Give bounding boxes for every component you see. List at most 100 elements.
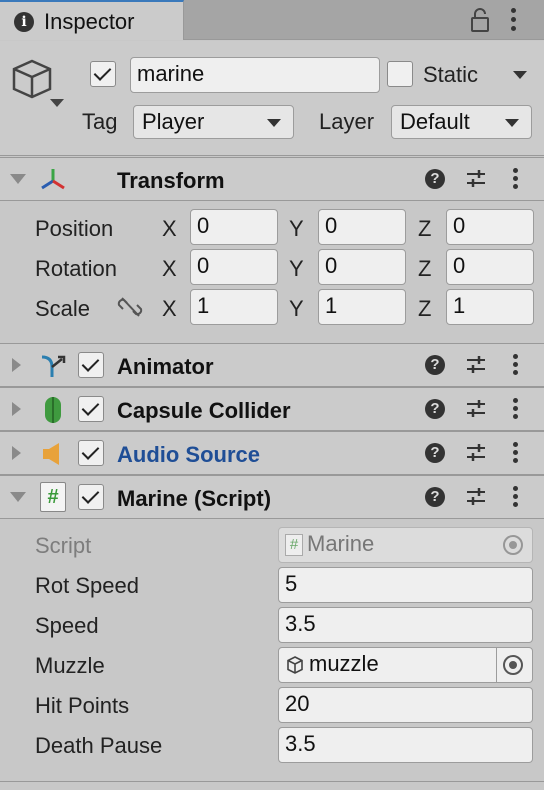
- animator-enabled-checkbox[interactable]: [78, 352, 104, 378]
- rotation-y-field[interactable]: 0: [318, 249, 406, 285]
- object-header: marine Static Tag Player Layer Default: [0, 41, 544, 156]
- presets-icon[interactable]: [465, 398, 487, 420]
- audio-source-icon: [43, 443, 59, 465]
- tab-bar: i Inspector: [0, 0, 544, 40]
- component-menu-icon[interactable]: [513, 168, 519, 192]
- script-field: # Marine: [278, 527, 533, 563]
- presets-icon[interactable]: [465, 354, 487, 376]
- scale-label: Scale: [35, 296, 91, 321]
- active-checkbox[interactable]: [90, 61, 116, 87]
- foldout-collapsed-icon[interactable]: [12, 446, 21, 460]
- axis-x-label[interactable]: X: [162, 216, 177, 242]
- axis-x-label[interactable]: X: [162, 256, 177, 282]
- axis-z-label[interactable]: Z: [418, 296, 431, 322]
- axis-y-label[interactable]: Y: [289, 216, 304, 242]
- scale-x-field[interactable]: 1: [190, 289, 278, 325]
- foldout-collapsed-icon[interactable]: [12, 358, 21, 372]
- animator-header[interactable]: Animator ?: [0, 343, 544, 387]
- audio-source-title: Audio Source: [117, 442, 261, 467]
- foldout-expanded-icon[interactable]: [10, 174, 26, 184]
- position-z-field[interactable]: 0: [446, 209, 534, 245]
- axis-x-label[interactable]: X: [162, 296, 177, 322]
- presets-icon[interactable]: [465, 442, 487, 464]
- muzzle-value: muzzle: [309, 651, 379, 676]
- capsule-collider-icon: [45, 397, 61, 423]
- rot-speed-field[interactable]: 5: [278, 567, 533, 603]
- chevron-down-icon: [267, 119, 281, 127]
- transform-title: Transform: [117, 168, 225, 193]
- gameobject-icon: [287, 656, 303, 675]
- help-icon[interactable]: ?: [425, 443, 445, 463]
- marine-script-body: Script # Marine Rot Speed 5 Speed 3.5 Muz…: [0, 519, 544, 781]
- static-label: Static: [423, 62, 479, 87]
- tab-inspector[interactable]: i Inspector: [0, 0, 184, 40]
- csharp-script-icon: #: [40, 482, 66, 512]
- marine-script-title: Marine (Script): [117, 486, 272, 511]
- tag-dropdown[interactable]: Player: [133, 105, 294, 139]
- position-x-field[interactable]: 0: [190, 209, 278, 245]
- help-icon[interactable]: ?: [425, 487, 445, 507]
- static-dropdown-icon[interactable]: [513, 71, 527, 79]
- transform-header[interactable]: Transform ?: [0, 157, 544, 201]
- hit-points-label: Hit Points: [35, 693, 130, 718]
- static-checkbox[interactable]: [387, 61, 413, 87]
- transform-body: Position X 0 Y 0 Z 0 Rotation X 0 Y 0 Z …: [0, 201, 544, 343]
- help-icon[interactable]: ?: [425, 399, 445, 419]
- axis-z-label[interactable]: Z: [418, 256, 431, 282]
- rotation-z-field[interactable]: 0: [446, 249, 534, 285]
- tag-value: Player: [142, 109, 205, 134]
- presets-icon[interactable]: [465, 168, 487, 190]
- layer-dropdown[interactable]: Default: [391, 105, 532, 139]
- help-icon[interactable]: ?: [425, 169, 445, 189]
- animator-icon: [41, 355, 66, 377]
- speed-label: Speed: [35, 613, 99, 638]
- marine-script-header[interactable]: # Marine (Script) ?: [0, 475, 544, 519]
- capsule-collider-enabled-checkbox[interactable]: [78, 396, 104, 422]
- object-picker-icon: [503, 535, 523, 555]
- axis-y-label[interactable]: Y: [289, 256, 304, 282]
- foldout-collapsed-icon[interactable]: [12, 402, 21, 416]
- csharp-script-icon: #: [285, 534, 303, 557]
- death-pause-label: Death Pause: [35, 733, 163, 758]
- hit-points-field[interactable]: 20: [278, 687, 533, 723]
- audio-source-header[interactable]: Audio Source ?: [0, 431, 544, 475]
- scale-z-field[interactable]: 1: [446, 289, 534, 325]
- rotation-x-field[interactable]: 0: [190, 249, 278, 285]
- axis-y-label[interactable]: Y: [289, 296, 304, 322]
- animator-title: Animator: [117, 354, 214, 379]
- position-y-field[interactable]: 0: [318, 209, 406, 245]
- layer-label: Layer: [319, 109, 375, 134]
- help-icon[interactable]: ?: [425, 355, 445, 375]
- layer-value: Default: [400, 109, 470, 134]
- scale-y-field[interactable]: 1: [318, 289, 406, 325]
- muzzle-field[interactable]: muzzle: [278, 647, 533, 683]
- script-label: Script: [35, 533, 92, 558]
- position-label: Position: [35, 216, 114, 241]
- capsule-collider-title: Capsule Collider: [117, 398, 291, 423]
- info-icon: i: [14, 12, 34, 32]
- script-value: Marine: [307, 531, 375, 556]
- constrain-proportions-link-icon[interactable]: [117, 295, 143, 319]
- component-menu-icon[interactable]: [513, 486, 519, 510]
- transform-icon: [41, 169, 65, 190]
- presets-icon[interactable]: [465, 486, 487, 508]
- chevron-down-icon: [505, 119, 519, 127]
- audio-source-enabled-checkbox[interactable]: [78, 440, 104, 466]
- tab-menu-icon[interactable]: [511, 8, 517, 32]
- lock-icon[interactable]: [470, 7, 490, 33]
- marine-script-enabled-checkbox[interactable]: [78, 484, 104, 510]
- death-pause-field[interactable]: 3.5: [278, 727, 533, 763]
- object-picker-divider: [496, 648, 497, 682]
- object-picker-icon[interactable]: [503, 655, 523, 675]
- object-name-field[interactable]: marine: [130, 57, 380, 93]
- rot-speed-label: Rot Speed: [35, 573, 139, 598]
- component-menu-icon[interactable]: [513, 398, 519, 422]
- capsule-collider-header[interactable]: Capsule Collider ?: [0, 387, 544, 431]
- gameobject-cube-icon[interactable]: [10, 57, 66, 111]
- muzzle-label: Muzzle: [35, 653, 105, 678]
- axis-z-label[interactable]: Z: [418, 216, 431, 242]
- foldout-expanded-icon[interactable]: [10, 492, 26, 502]
- component-menu-icon[interactable]: [513, 442, 519, 466]
- component-menu-icon[interactable]: [513, 354, 519, 378]
- speed-field[interactable]: 3.5: [278, 607, 533, 643]
